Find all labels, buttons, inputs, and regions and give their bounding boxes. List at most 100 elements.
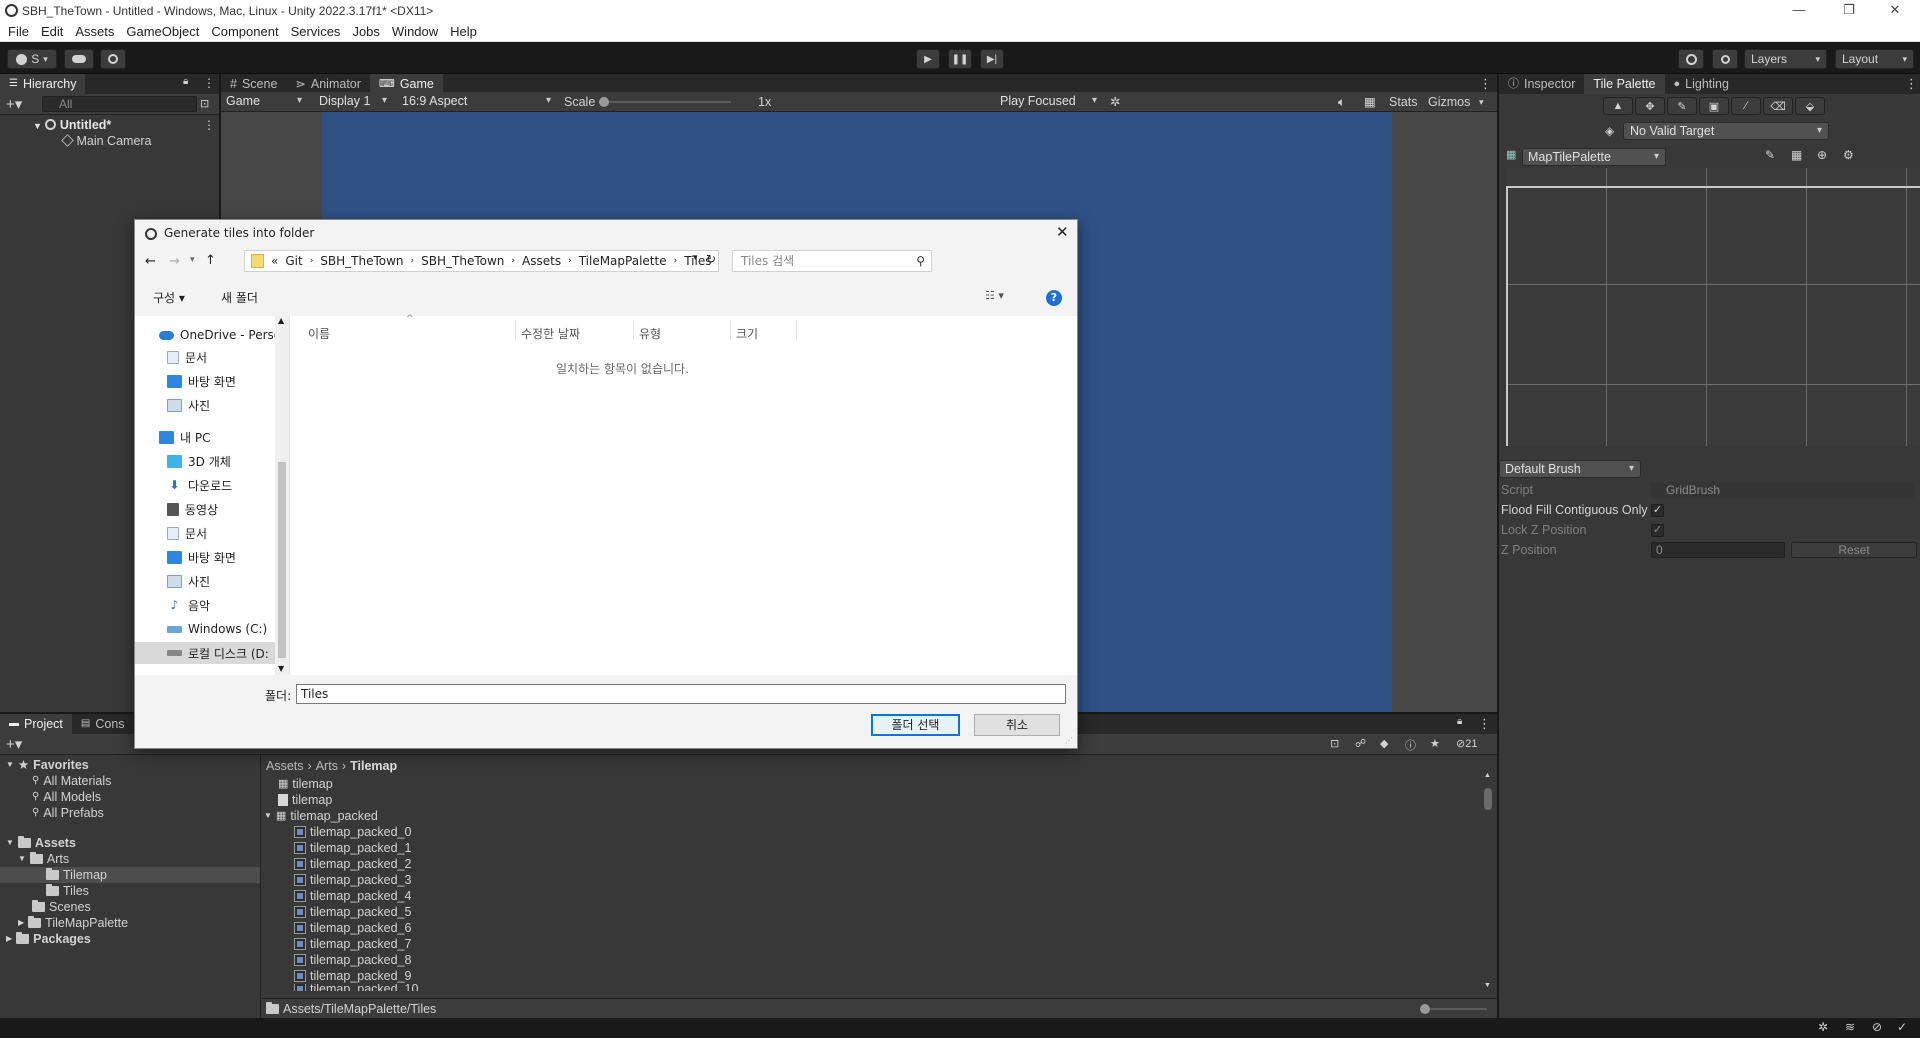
create-button[interactable]: +▾ bbox=[6, 735, 22, 753]
file-item-tilemap-packed[interactable]: ▼ ▦ tilemap_packed bbox=[264, 808, 378, 824]
debug-icon[interactable]: ✲ bbox=[1818, 1020, 1828, 1034]
nav-3d-objects[interactable]: 3D 개체 bbox=[167, 450, 231, 472]
menu-file[interactable]: File bbox=[8, 24, 29, 39]
back-arrow-icon[interactable]: ← bbox=[145, 254, 156, 269]
picker-icon[interactable]: ⁄ bbox=[1731, 97, 1761, 115]
file-item-sprite[interactable]: tilemap_packed_6 bbox=[294, 920, 411, 936]
cloud-button[interactable] bbox=[64, 49, 94, 69]
cancel-button[interactable]: 취소 bbox=[974, 714, 1060, 736]
folder-name-input[interactable]: Tiles bbox=[296, 684, 1066, 704]
menu-services[interactable]: Services bbox=[291, 24, 341, 39]
menu-component[interactable]: Component bbox=[211, 24, 278, 39]
close-window-button[interactable]: ✕ bbox=[1872, 0, 1918, 22]
layers-dropdown[interactable]: Layers ▾ bbox=[1744, 49, 1827, 69]
menu-edit[interactable]: Edit bbox=[41, 24, 63, 39]
hierarchy-scene-row[interactable]: ▼ Untitled* bbox=[33, 117, 111, 133]
palette-grid[interactable] bbox=[1506, 168, 1920, 446]
path-segment[interactable]: Git bbox=[285, 254, 302, 268]
tab-inspector[interactable]: ⓘ Inspector bbox=[1499, 74, 1584, 94]
mute-audio-icon[interactable]: 🔈︎ bbox=[1338, 94, 1346, 110]
bug-icon[interactable]: ✲ bbox=[1110, 94, 1120, 110]
menu-window[interactable]: Window bbox=[392, 24, 438, 39]
recent-chevron-icon[interactable]: ▾ bbox=[190, 255, 195, 265]
tab-scene[interactable]: # Scene bbox=[221, 74, 286, 94]
play-focused-dropdown[interactable]: Play Focused bbox=[995, 93, 1103, 111]
nav-pictures-pc[interactable]: 사진 bbox=[167, 570, 210, 592]
search-button[interactable] bbox=[1712, 49, 1738, 69]
resize-grip-icon[interactable]: ⋰ bbox=[1065, 736, 1073, 745]
help-icon[interactable]: ? bbox=[1046, 290, 1062, 306]
nav-onedrive[interactable]: OneDrive - Persor bbox=[159, 324, 286, 346]
paint-brush-icon[interactable]: ✎ bbox=[1667, 97, 1697, 115]
up-arrow-icon[interactable]: ↑ bbox=[205, 253, 216, 268]
tree-packages[interactable]: ▶ Packages bbox=[6, 931, 91, 947]
path-segment[interactable]: SBH_TheTown bbox=[320, 254, 403, 268]
forward-arrow-icon[interactable]: → bbox=[169, 254, 180, 269]
panel-divider[interactable] bbox=[260, 755, 261, 1018]
favorite-star-icon[interactable]: ★ bbox=[1430, 737, 1440, 750]
tab-game[interactable]: ⌨ Game bbox=[369, 74, 443, 94]
file-list-scrollbar[interactable]: ▲ ▼ bbox=[1483, 772, 1493, 990]
dialog-search-input[interactable]: Tiles 검색 ⚲ bbox=[732, 250, 932, 272]
settings-icon[interactable]: ⚙ bbox=[1843, 148, 1854, 162]
menu-gameobject[interactable]: GameObject bbox=[126, 24, 199, 39]
more-options-icon[interactable]: ⋮ bbox=[1905, 76, 1918, 92]
path-segment[interactable]: SBH_TheTown bbox=[421, 254, 504, 268]
search-by-type-icon[interactable]: ⊡ bbox=[1330, 737, 1339, 750]
file-item-sprite[interactable]: tilemap_packed_4 bbox=[294, 888, 411, 904]
nav-downloads[interactable]: ⬇ 다운로드 bbox=[167, 474, 232, 496]
nav-pictures[interactable]: 사진 bbox=[167, 394, 210, 416]
step-button[interactable]: ▶| bbox=[980, 49, 1004, 69]
info-icon[interactable]: ⓘ bbox=[1405, 737, 1416, 753]
column-modified[interactable]: 수정한 날짜 bbox=[521, 325, 580, 342]
nav-scrollbar-thumb[interactable] bbox=[278, 462, 286, 658]
file-item-sprite[interactable]: tilemap_packed_7 bbox=[294, 936, 411, 952]
overflow-chevron[interactable]: « bbox=[271, 254, 278, 268]
tree-assets[interactable]: ▼ Assets bbox=[6, 835, 76, 851]
file-item-sprite[interactable]: tilemap_packed_10 bbox=[294, 984, 418, 991]
nav-videos[interactable]: 동영상 bbox=[167, 498, 218, 520]
create-button[interactable]: +▾ bbox=[6, 95, 22, 113]
file-list-pane[interactable]: ^ 이름 수정한 날짜 유형 크기 일치하는 항목이 없습니다. bbox=[289, 314, 1077, 675]
z-position-field[interactable]: 0 bbox=[1651, 542, 1785, 558]
address-dropdown-icon[interactable]: ▾ bbox=[693, 253, 698, 263]
scale-slider-thumb[interactable] bbox=[599, 97, 609, 107]
tree-all-materials[interactable]: ⚲ All Materials bbox=[32, 773, 111, 789]
edit-palette-icon[interactable]: ✎ bbox=[1765, 148, 1775, 162]
more-options-icon[interactable]: ⋮ bbox=[1478, 716, 1491, 732]
more-options-icon[interactable]: ⋮ bbox=[1479, 76, 1492, 92]
pause-button[interactable]: ❚❚ bbox=[948, 49, 972, 69]
column-type[interactable]: 유형 bbox=[639, 325, 661, 342]
check-icon[interactable]: ✓ bbox=[1897, 1020, 1907, 1034]
eraser-icon[interactable]: ⌫ bbox=[1763, 97, 1793, 115]
play-button[interactable]: ▶ bbox=[916, 49, 940, 69]
address-bar[interactable]: « Git › SBH_TheTown › SBH_TheTown › Assets ›… bbox=[244, 250, 719, 272]
lock-icon[interactable]: 🔒︎ bbox=[183, 76, 188, 87]
network-icon[interactable]: ⊘ bbox=[1872, 1020, 1882, 1034]
column-name[interactable]: 이름 bbox=[308, 325, 330, 342]
breadcrumb-tilemap[interactable]: Tilemap bbox=[350, 758, 397, 774]
file-item-tilemap-asset[interactable]: tilemap bbox=[278, 792, 332, 808]
nav-music[interactable]: ♪ 음악 bbox=[167, 594, 210, 616]
new-folder-button[interactable]: 새 폴더 bbox=[221, 289, 258, 306]
file-item-tilemap-palette[interactable]: ▦ tilemap bbox=[278, 776, 333, 792]
lock-icon[interactable]: 🔒︎ bbox=[1457, 716, 1462, 727]
icon-size-slider-thumb[interactable] bbox=[1420, 1004, 1430, 1014]
tree-tilemap[interactable]: Tilemap bbox=[46, 867, 107, 883]
hierarchy-item-main-camera[interactable]: Main Camera bbox=[61, 133, 152, 149]
hierarchy-search-input[interactable]: All bbox=[42, 96, 197, 112]
grid-icon[interactable]: ▦ bbox=[1364, 94, 1376, 110]
select-folder-button[interactable]: 폴더 선택 bbox=[871, 714, 960, 736]
breadcrumb-arts[interactable]: Arts bbox=[316, 758, 338, 774]
menu-assets[interactable]: Assets bbox=[75, 24, 114, 39]
file-item-sprite[interactable]: tilemap_packed_8 bbox=[294, 952, 411, 968]
scrollbar-thumb[interactable] bbox=[1484, 788, 1492, 810]
tree-arts[interactable]: ▼ Arts bbox=[18, 851, 69, 867]
tab-project[interactable]: ▬ Project bbox=[0, 714, 72, 734]
path-segment[interactable]: Assets bbox=[522, 254, 561, 268]
column-size[interactable]: 크기 bbox=[736, 325, 758, 342]
file-item-sprite[interactable]: tilemap_packed_9 bbox=[294, 968, 411, 984]
reset-button[interactable]: Reset bbox=[1791, 542, 1917, 558]
organize-menu[interactable]: 구성 ▾ bbox=[153, 289, 185, 306]
icon-size-slider[interactable] bbox=[1420, 1004, 1487, 1014]
